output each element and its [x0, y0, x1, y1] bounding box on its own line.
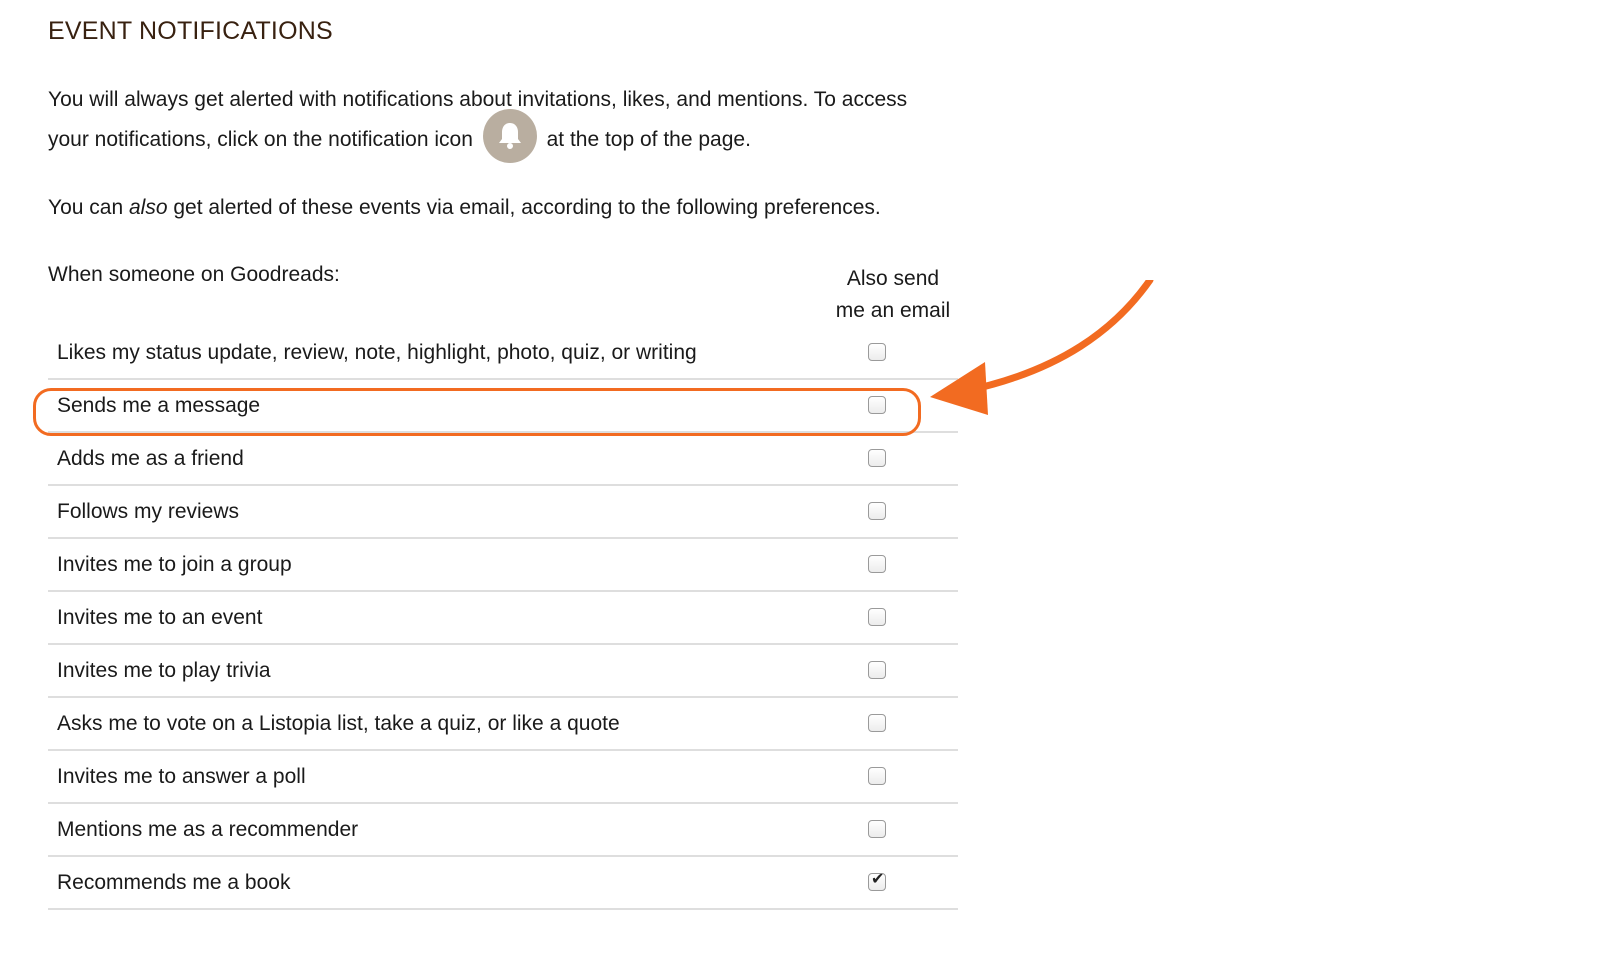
email-checkbox-trivia[interactable]: [868, 661, 886, 679]
email-checkbox-recommends-book[interactable]: ✔: [868, 869, 886, 891]
email-checkbox-group[interactable]: [868, 555, 886, 573]
notification-bell-icon: [482, 109, 537, 164]
also-emphasis: also: [128, 196, 168, 219]
preference-label: Follows my reviews: [57, 500, 240, 523]
preference-row-poll: Invites me to answer a poll: [48, 751, 958, 804]
preference-label: Likes my status update, review, note, hi…: [57, 341, 697, 364]
preference-row-follows: Follows my reviews: [48, 486, 958, 539]
also-before: You can: [48, 196, 129, 219]
intro-line-2-before: your notifications, click on the notific…: [48, 128, 473, 151]
preference-row-trivia: Invites me to play trivia: [48, 645, 958, 698]
preference-row-friend: Adds me as a friend: [48, 433, 958, 486]
preference-label: Invites me to play trivia: [57, 659, 271, 682]
preference-row-event: Invites me to an event: [48, 592, 958, 645]
preference-label: Adds me as a friend: [57, 447, 244, 470]
annotation-arrow-icon: [930, 280, 1154, 415]
preference-row-vote: Asks me to vote on a Listopia list, take…: [48, 698, 958, 751]
preference-row-likes: Likes my status update, review, note, hi…: [48, 327, 958, 380]
preference-row-recommender: Mentions me as a recommender: [48, 804, 958, 857]
email-preferences-text: You can also get alerted of these events…: [48, 196, 881, 220]
preference-row-group: Invites me to join a group: [48, 539, 958, 592]
intro-text: You will always get alerted with notific…: [48, 80, 948, 164]
email-checkbox-poll[interactable]: [868, 767, 886, 785]
highlight-annotation: [33, 388, 921, 436]
preference-row-recommends-book: Recommends me a book ✔: [48, 857, 958, 910]
intro-line-2-after: at the top of the page.: [546, 128, 751, 151]
column-header-event: When someone on Goodreads:: [48, 263, 340, 286]
preference-label: Mentions me as a recommender: [57, 818, 359, 841]
email-checkbox-vote[interactable]: [868, 714, 886, 732]
email-checkbox-friend[interactable]: [868, 449, 886, 467]
preference-label: Invites me to answer a poll: [57, 765, 306, 788]
preference-label: Asks me to vote on a Listopia list, take…: [57, 712, 620, 735]
preference-label: Recommends me a book: [57, 871, 291, 894]
page-title: EVENT NOTIFICATIONS: [48, 17, 333, 45]
bell-icon: [498, 123, 521, 150]
preference-label: Invites me to an event: [57, 606, 263, 629]
preference-label: Invites me to join a group: [57, 553, 292, 576]
email-checkbox-follows[interactable]: [868, 502, 886, 520]
email-checkbox-recommender[interactable]: [868, 820, 886, 838]
checkmark-icon: ✔: [871, 869, 885, 888]
email-checkbox-likes[interactable]: [868, 343, 886, 361]
also-after: get alerted of these events via email, a…: [167, 196, 881, 219]
email-checkbox-event[interactable]: [868, 608, 886, 626]
intro-line-2: your notifications, click on the notific…: [48, 109, 948, 164]
